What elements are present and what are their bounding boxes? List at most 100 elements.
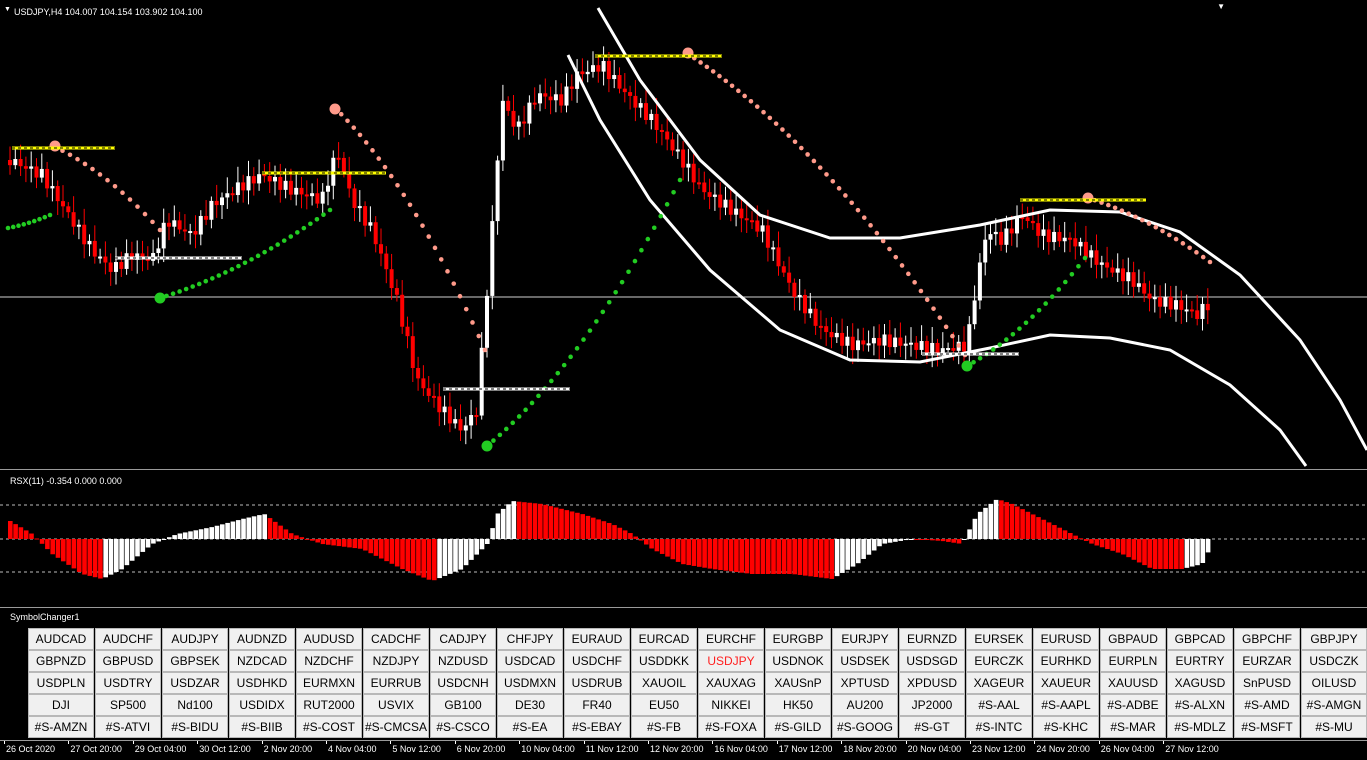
symbol-button-nzdjpy[interactable]: NZDJPY xyxy=(363,650,429,672)
symbol-button-eurchf[interactable]: EURCHF xyxy=(698,628,764,650)
symbol-button-snpusd[interactable]: SnPUSD xyxy=(1234,672,1300,694)
symbol-button-audusd[interactable]: AUDUSD xyxy=(296,628,362,650)
symbol-button-gbpcad[interactable]: GBPCAD xyxy=(1167,628,1233,650)
symbol-button-salxn[interactable]: #S-ALXN xyxy=(1167,694,1233,716)
symbol-button-xauusd[interactable]: XAUUSD xyxy=(1100,672,1166,694)
symbol-button-samd[interactable]: #S-AMD xyxy=(1234,694,1300,716)
symbol-button-usdidx[interactable]: USDIDX xyxy=(229,694,295,716)
symbol-button-audnzd[interactable]: AUDNZD xyxy=(229,628,295,650)
symbol-button-xpdusd[interactable]: XPDUSD xyxy=(899,672,965,694)
symbol-button-audjpy[interactable]: AUDJPY xyxy=(162,628,228,650)
symbol-button-usdhkd[interactable]: USDHKD xyxy=(229,672,295,694)
symbol-button-audchf[interactable]: AUDCHF xyxy=(95,628,161,650)
symbol-button-au200[interactable]: AU200 xyxy=(832,694,898,716)
symbol-button-jp2000[interactable]: JP2000 xyxy=(899,694,965,716)
symbol-button-usvix[interactable]: USVIX xyxy=(363,694,429,716)
symbol-button-xausnp[interactable]: XAUSnP xyxy=(765,672,831,694)
symbol-button-xageur[interactable]: XAGEUR xyxy=(966,672,1032,694)
symbol-button-scsco[interactable]: #S-CSCO xyxy=(430,716,496,738)
symbol-button-nikkei[interactable]: NIKKEI xyxy=(698,694,764,716)
symbol-button-sadbe[interactable]: #S-ADBE xyxy=(1100,694,1166,716)
symbol-button-smar[interactable]: #S-MAR xyxy=(1100,716,1166,738)
symbol-button-skhc[interactable]: #S-KHC xyxy=(1033,716,1099,738)
symbol-button-sgoog[interactable]: #S-GOOG xyxy=(832,716,898,738)
symbol-button-usdsgd[interactable]: USDSGD xyxy=(899,650,965,672)
symbol-button-eurpln[interactable]: EURPLN xyxy=(1100,650,1166,672)
symbol-button-eurgbp[interactable]: EURGBP xyxy=(765,628,831,650)
symbol-button-usddkk[interactable]: USDDKK xyxy=(631,650,697,672)
symbol-button-oilusd[interactable]: OILUSD xyxy=(1301,672,1367,694)
symbol-button-eurtry[interactable]: EURTRY xyxy=(1167,650,1233,672)
symbol-button-xagusd[interactable]: XAGUSD xyxy=(1167,672,1233,694)
symbol-button-audcad[interactable]: AUDCAD xyxy=(28,628,94,650)
symbol-button-eu50[interactable]: EU50 xyxy=(631,694,697,716)
symbol-button-xauxag[interactable]: XAUXAG xyxy=(698,672,764,694)
symbol-button-usdsek[interactable]: USDSEK xyxy=(832,650,898,672)
symbol-button-gbpusd[interactable]: GBPUSD xyxy=(95,650,161,672)
symbol-button-gb100[interactable]: GB100 xyxy=(430,694,496,716)
symbol-button-sbidu[interactable]: #S-BIDU xyxy=(162,716,228,738)
symbol-button-samgn[interactable]: #S-AMGN xyxy=(1301,694,1367,716)
symbol-button-dji[interactable]: DJI xyxy=(28,694,94,716)
symbol-button-satvi[interactable]: #S-ATVI xyxy=(95,716,161,738)
symbol-button-xauoil[interactable]: XAUOIL xyxy=(631,672,697,694)
symbol-button-cadjpy[interactable]: CADJPY xyxy=(430,628,496,650)
symbol-button-sea[interactable]: #S-EA xyxy=(497,716,563,738)
symbol-button-nzdchf[interactable]: NZDCHF xyxy=(296,650,362,672)
symbol-button-usdchf[interactable]: USDCHF xyxy=(564,650,630,672)
symbol-button-fr40[interactable]: FR40 xyxy=(564,694,630,716)
symbol-button-nzdusd[interactable]: NZDUSD xyxy=(430,650,496,672)
symbol-button-smsft[interactable]: #S-MSFT xyxy=(1234,716,1300,738)
symbol-button-rut2000[interactable]: RUT2000 xyxy=(296,694,362,716)
symbol-button-usdrub[interactable]: USDRUB xyxy=(564,672,630,694)
symbol-button-usdcnh[interactable]: USDCNH xyxy=(430,672,496,694)
symbol-button-sgild[interactable]: #S-GILD xyxy=(765,716,831,738)
symbol-button-hk50[interactable]: HK50 xyxy=(765,694,831,716)
symbol-button-usdczk[interactable]: USDCZK xyxy=(1301,650,1367,672)
symbol-button-gbpsek[interactable]: GBPSEK xyxy=(162,650,228,672)
symbol-button-gbpnzd[interactable]: GBPNZD xyxy=(28,650,94,672)
symbol-button-euraud[interactable]: EURAUD xyxy=(564,628,630,650)
symbol-button-eurmxn[interactable]: EURMXN xyxy=(296,672,362,694)
symbol-button-usdpln[interactable]: USDPLN xyxy=(28,672,94,694)
symbol-button-sgt[interactable]: #S-GT xyxy=(899,716,965,738)
symbol-button-usdtry[interactable]: USDTRY xyxy=(95,672,161,694)
symbol-button-xptusd[interactable]: XPTUSD xyxy=(832,672,898,694)
symbol-button-usdjpy[interactable]: USDJPY xyxy=(698,650,764,672)
symbol-button-de30[interactable]: DE30 xyxy=(497,694,563,716)
price-chart-pane[interactable]: ▼ USDJPY,H4 104.007 104.154 103.902 104.… xyxy=(0,0,1367,467)
symbol-button-eurhkd[interactable]: EURHKD xyxy=(1033,650,1099,672)
oscillator-canvas[interactable] xyxy=(0,470,1367,606)
symbol-button-sintc[interactable]: #S-INTC xyxy=(966,716,1032,738)
symbol-button-sbiib[interactable]: #S-BIIB xyxy=(229,716,295,738)
symbol-button-saapl[interactable]: #S-AAPL xyxy=(1033,694,1099,716)
symbol-button-gbpchf[interactable]: GBPCHF xyxy=(1234,628,1300,650)
price-chart-canvas[interactable] xyxy=(0,0,1367,467)
symbol-button-eurzar[interactable]: EURZAR xyxy=(1234,650,1300,672)
symbol-button-smdlz[interactable]: #S-MDLZ xyxy=(1167,716,1233,738)
chart-menu-triangle-icon[interactable]: ▼ xyxy=(4,6,11,13)
symbol-button-sp500[interactable]: SP500 xyxy=(95,694,161,716)
symbol-button-usdmxn[interactable]: USDMXN xyxy=(497,672,563,694)
symbol-button-usdnok[interactable]: USDNOK xyxy=(765,650,831,672)
symbol-button-usdzar[interactable]: USDZAR xyxy=(162,672,228,694)
symbol-button-gbpaud[interactable]: GBPAUD xyxy=(1100,628,1166,650)
symbol-button-scmcsa[interactable]: #S-CMCSA xyxy=(363,716,429,738)
symbol-button-eurusd[interactable]: EURUSD xyxy=(1033,628,1099,650)
symbol-button-smu[interactable]: #S-MU xyxy=(1301,716,1367,738)
chart-shift-triangle-icon[interactable]: ▼ xyxy=(1217,2,1225,11)
symbol-button-eurcad[interactable]: EURCAD xyxy=(631,628,697,650)
symbol-button-eurnzd[interactable]: EURNZD xyxy=(899,628,965,650)
symbol-button-scost[interactable]: #S-COST xyxy=(296,716,362,738)
symbol-button-eurjpy[interactable]: EURJPY xyxy=(832,628,898,650)
symbol-button-xaueur[interactable]: XAUEUR xyxy=(1033,672,1099,694)
oscillator-pane[interactable]: RSX(11) -0.354 0.000 0.000 xyxy=(0,469,1367,606)
symbol-button-gbpjpy[interactable]: GBPJPY xyxy=(1301,628,1367,650)
symbol-button-sebay[interactable]: #S-EBAY xyxy=(564,716,630,738)
symbol-button-nzdcad[interactable]: NZDCAD xyxy=(229,650,295,672)
symbol-button-sfb[interactable]: #S-FB xyxy=(631,716,697,738)
symbol-button-usdcad[interactable]: USDCAD xyxy=(497,650,563,672)
symbol-button-sfoxa[interactable]: #S-FOXA xyxy=(698,716,764,738)
symbol-button-cadchf[interactable]: CADCHF xyxy=(363,628,429,650)
symbol-button-saal[interactable]: #S-AAL xyxy=(966,694,1032,716)
